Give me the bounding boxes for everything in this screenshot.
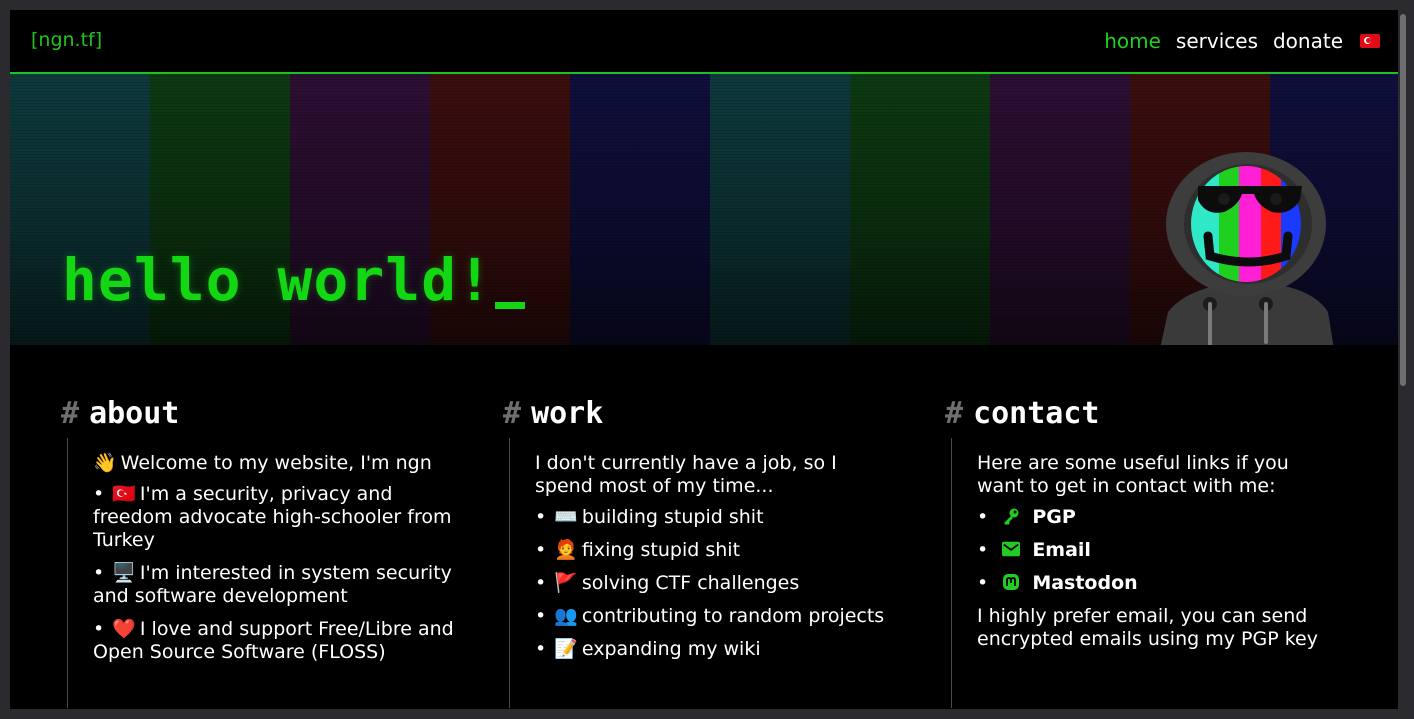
list-item: • Mastodon	[977, 572, 1138, 594]
waving-hand-icon: 👋	[93, 452, 117, 474]
about-body: 👋 Welcome to my website, I'm ngn • 🇹🇷 I'm a…	[67, 438, 457, 708]
work-heading: # work	[503, 396, 604, 431]
contact-heading: # contact	[945, 396, 1100, 431]
desktop-computer-icon: 🖥️	[112, 562, 136, 584]
hero-title: hello world!	[62, 246, 494, 314]
list-item: • PGP	[977, 506, 1076, 528]
contact-intro: Here are some useful links if you want t…	[977, 452, 1289, 497]
list-item: • 🧑‍🦰 fixing stupid shit	[535, 539, 741, 561]
about-list: • 🇹🇷 I'm a security, privacy and freedom a…	[93, 483, 457, 664]
hero-banner: hello world!	[10, 74, 1398, 345]
list-item: • Email	[977, 539, 1091, 561]
list-item: • 🚩 solving CTF challenges	[535, 572, 800, 594]
email-link[interactable]: Email	[1032, 539, 1091, 561]
list-item: • ❤️ I love and support Free/Libre and Ope…	[93, 618, 454, 663]
flag-tr-icon: 🇹🇷	[112, 483, 136, 505]
flag-icon: 🚩	[554, 572, 578, 594]
page-scrollbar[interactable]	[1398, 10, 1408, 709]
contact-list: • PGP • Email • Mastodon	[977, 506, 1341, 595]
person-icon: 🧑‍🦰	[554, 539, 578, 561]
list-item: • 👥 contributing to random projects	[535, 605, 885, 627]
pgp-link[interactable]: PGP	[1032, 506, 1075, 528]
hooded-avatar-image	[1160, 152, 1334, 345]
work-body: I don't currently have a job, so I spend…	[509, 438, 899, 708]
mastodon-link[interactable]: Mastodon	[1032, 572, 1137, 594]
people-icon: 👥	[554, 605, 578, 627]
keyboard-icon: ⌨️	[554, 506, 578, 528]
contact-body: Here are some useful links if you want t…	[951, 438, 1341, 708]
nav-services-link[interactable]: services	[1176, 29, 1258, 53]
list-item: • 🖥️ I'm interested in system security and…	[93, 562, 452, 607]
about-intro: 👋 Welcome to my website, I'm ngn	[93, 452, 432, 474]
nav-donate-link[interactable]: donate	[1273, 29, 1343, 53]
list-item: • 📝 expanding my wiki	[535, 638, 761, 660]
memo-icon: 📝	[554, 638, 578, 660]
mastodon-icon	[1003, 574, 1020, 590]
flag-tr-icon[interactable]	[1360, 34, 1380, 48]
site-logo-link[interactable]: [ngn.tf]	[31, 29, 102, 51]
contact-footer: I highly prefer email, you can send encr…	[977, 605, 1318, 650]
blinking-cursor	[495, 302, 525, 309]
key-icon	[1004, 508, 1019, 525]
main-nav: home services donate	[1104, 29, 1380, 53]
nav-home-link[interactable]: home	[1104, 29, 1161, 53]
work-list: • ⌨️ building stupid shit • 🧑‍🦰 fixing stupi…	[535, 506, 899, 661]
work-intro: I don't currently have a job, so I spend…	[535, 452, 837, 497]
scrollbar-thumb[interactable]	[1400, 14, 1406, 386]
page-viewport: [ngn.tf] home services donate hello worl…	[10, 10, 1398, 709]
list-item: • ⌨️ building stupid shit	[535, 506, 764, 528]
about-heading: # about	[61, 396, 180, 431]
mail-icon	[1002, 541, 1021, 557]
heart-icon: ❤️	[112, 618, 136, 640]
list-item: • 🇹🇷 I'm a security, privacy and freedom a…	[93, 483, 452, 551]
site-header: [ngn.tf] home services donate	[10, 10, 1398, 74]
